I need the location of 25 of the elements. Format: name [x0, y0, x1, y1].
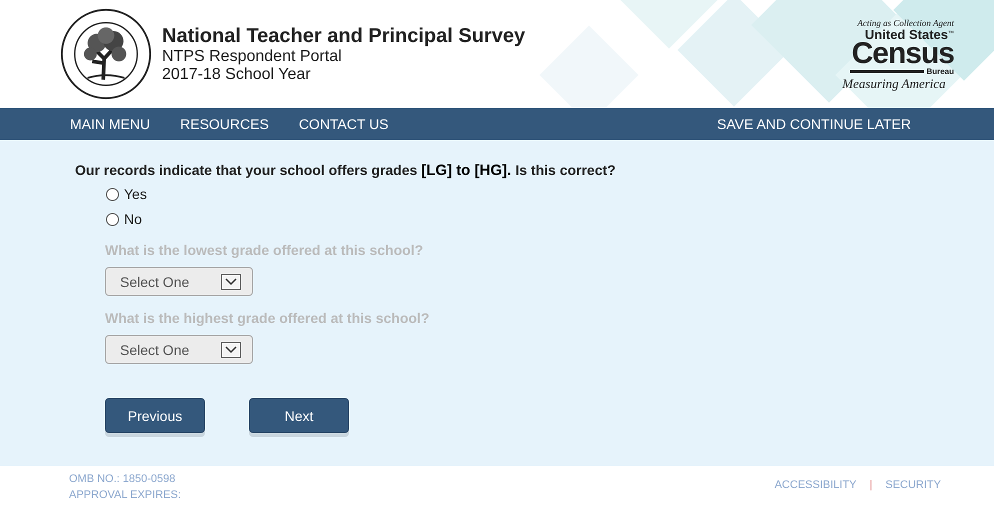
- question-label: What is the highest grade offered at this school?: [105, 310, 430, 326]
- approval-expiry: APPROVAL EXPIRES:: [69, 488, 181, 503]
- link-separator: |: [870, 479, 872, 493]
- caret-icon: [221, 274, 241, 290]
- survey-title: National Teacher and Principal Survey: [162, 24, 526, 48]
- logo-tagline: Measuring America: [842, 76, 946, 92]
- school-year: 2017-18 School Year: [162, 66, 312, 84]
- nav-link[interactable]: CONTACT US: [284, 116, 404, 132]
- question-text: Our records indicate that your school offers grades [LG] to [HG]. Is this correct?: [75, 162, 617, 179]
- nav-link[interactable]: RESOURCES: [165, 116, 284, 132]
- radio-button[interactable]: [106, 188, 119, 200]
- logo-wordmark: Census: [852, 41, 954, 67]
- logo-text: United States: [864, 28, 948, 41]
- question-label: What is the lowest grade offered at this school?: [105, 242, 424, 258]
- radio-button[interactable]: [106, 212, 119, 226]
- nav-link[interactable]: SAVE AND CONTINUE LATER: [702, 116, 926, 132]
- portal-name: NTPS Respondent Portal: [162, 48, 343, 66]
- logo-caption: Acting as Collection Agent: [857, 18, 954, 28]
- logo-text: Bureau: [926, 67, 954, 76]
- seal-icon: [60, 8, 152, 100]
- caret-icon: [221, 342, 241, 358]
- nav-link[interactable]: MAIN MENU: [55, 116, 166, 132]
- option-label: No: [124, 211, 142, 227]
- omb-number: OMB NO.: 1850-0598: [69, 472, 176, 487]
- option-label: Yes: [124, 186, 147, 202]
